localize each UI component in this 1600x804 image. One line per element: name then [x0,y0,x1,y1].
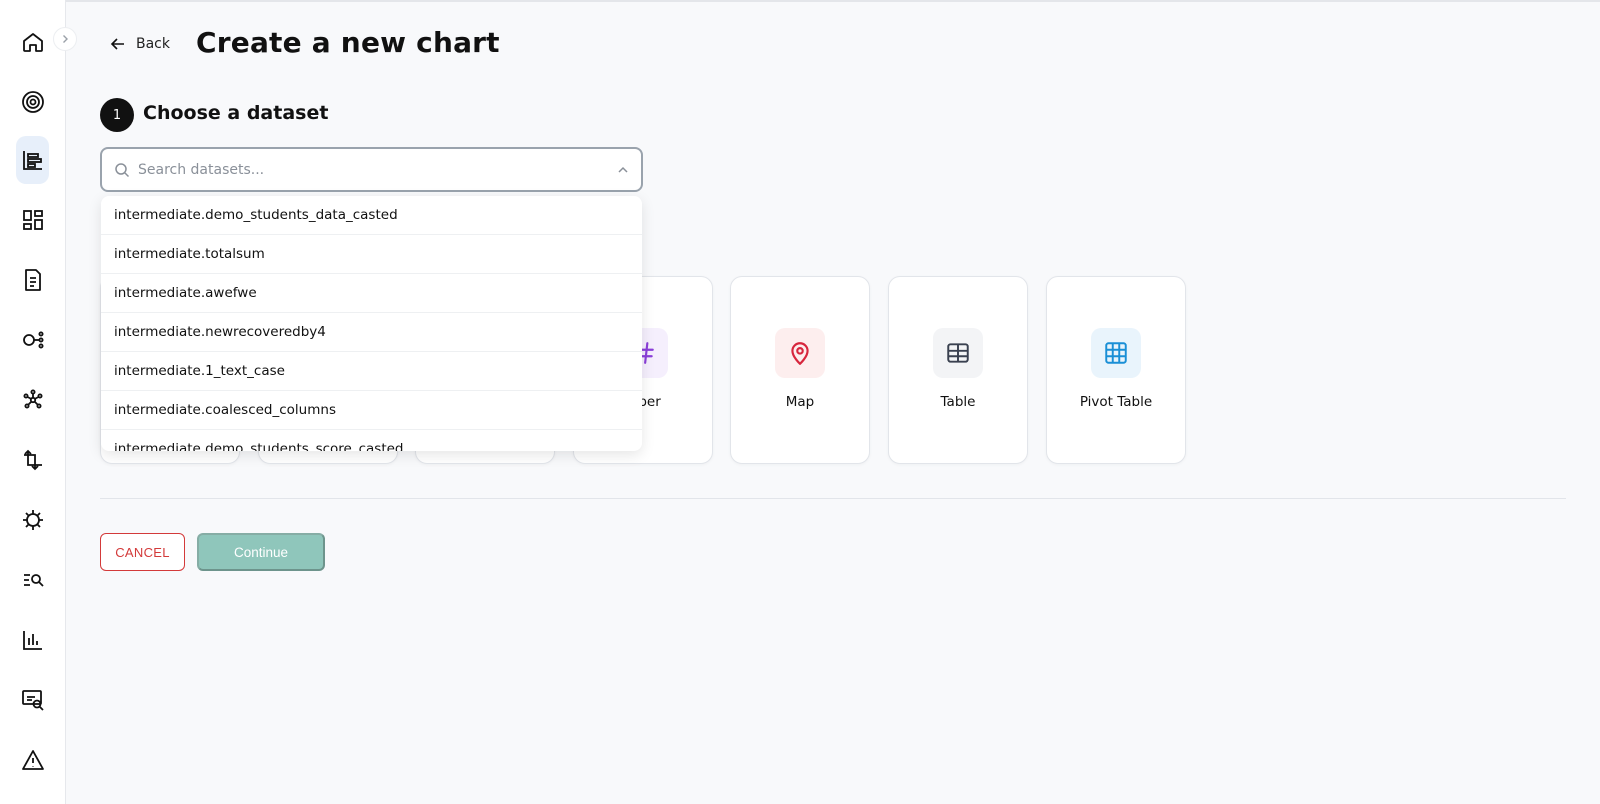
dataset-search-box[interactable] [100,147,643,192]
dataset-option[interactable]: intermediate.awefwe [101,274,642,313]
nav-documents[interactable] [16,256,49,304]
chevron-up-icon[interactable] [617,164,629,176]
warning-icon [21,750,44,770]
nav-charts[interactable] [16,136,49,184]
pipeline-icon [22,331,43,349]
nav-analytics[interactable] [16,616,49,664]
sidebar-expand-button[interactable] [53,27,77,51]
charts-icon [22,151,42,170]
target-icon [21,91,44,113]
dataset-option[interactable]: intermediate.demo_students_data_casted [101,196,642,235]
dataset-option[interactable]: intermediate.newrecoveredby4 [101,313,642,352]
nav-anomalies[interactable] [16,496,49,544]
dataset-option[interactable]: intermediate.demo_students_score_casted [101,430,642,451]
continue-button[interactable]: Continue [197,533,325,571]
transform-icon [23,449,42,471]
back-label: Back [136,36,170,52]
home-icon [22,33,43,52]
nav-goals[interactable] [16,78,49,126]
chart-type-label-table: Table [940,394,976,410]
document-icon [24,269,41,291]
dataset-dropdown[interactable]: intermediate.demo_students_data_casted i… [101,196,642,451]
dataset-option[interactable]: intermediate.coalesced_columns [101,391,642,430]
sidebar [0,0,66,804]
chart-type-card-table[interactable]: Table [888,276,1028,464]
chart-type-card-pivot[interactable]: Pivot Table [1046,276,1186,464]
table-icon-tile [933,328,983,378]
dataset-search-input[interactable] [138,161,617,178]
map-icon-tile [775,328,825,378]
dataset-option[interactable]: intermediate.1_text_case [101,352,642,391]
step-number: 1 [100,98,134,132]
nav-explore[interactable] [16,556,49,604]
pivot-icon-tile [1091,328,1141,378]
virus-icon [22,510,43,530]
dashboards-icon [22,210,43,230]
chevron-right-icon [63,35,68,43]
page-title: Create a new chart [196,26,500,59]
nav-alerts[interactable] [16,736,49,784]
nav-home[interactable] [16,18,49,66]
section-divider [100,498,1566,499]
chart-type-label-map: Map [785,394,815,410]
search-list-icon [23,574,44,587]
nav-dashboards[interactable] [16,196,49,244]
cancel-button[interactable]: CANCEL [100,533,185,571]
monitor-search-icon [21,690,44,711]
arrow-left-icon [110,38,124,50]
chart-type-card-map[interactable]: Map [730,276,870,464]
bar-chart-icon [22,631,42,650]
nav-pipelines[interactable] [16,316,49,364]
step-title: Choose a dataset [143,102,329,124]
table-icon [947,343,969,363]
search-icon [115,162,130,177]
dataset-option[interactable]: intermediate.totalsum [101,235,642,274]
top-border [0,0,1600,2]
map-pin-icon [791,342,809,365]
nav-network[interactable] [16,376,49,424]
nav-transform[interactable] [16,436,49,484]
pivot-table-icon [1105,342,1127,364]
network-icon [23,389,42,409]
nav-monitor[interactable] [16,676,49,724]
chart-type-label-pivot: Pivot Table [1079,394,1153,410]
back-button[interactable]: Back [110,32,170,56]
